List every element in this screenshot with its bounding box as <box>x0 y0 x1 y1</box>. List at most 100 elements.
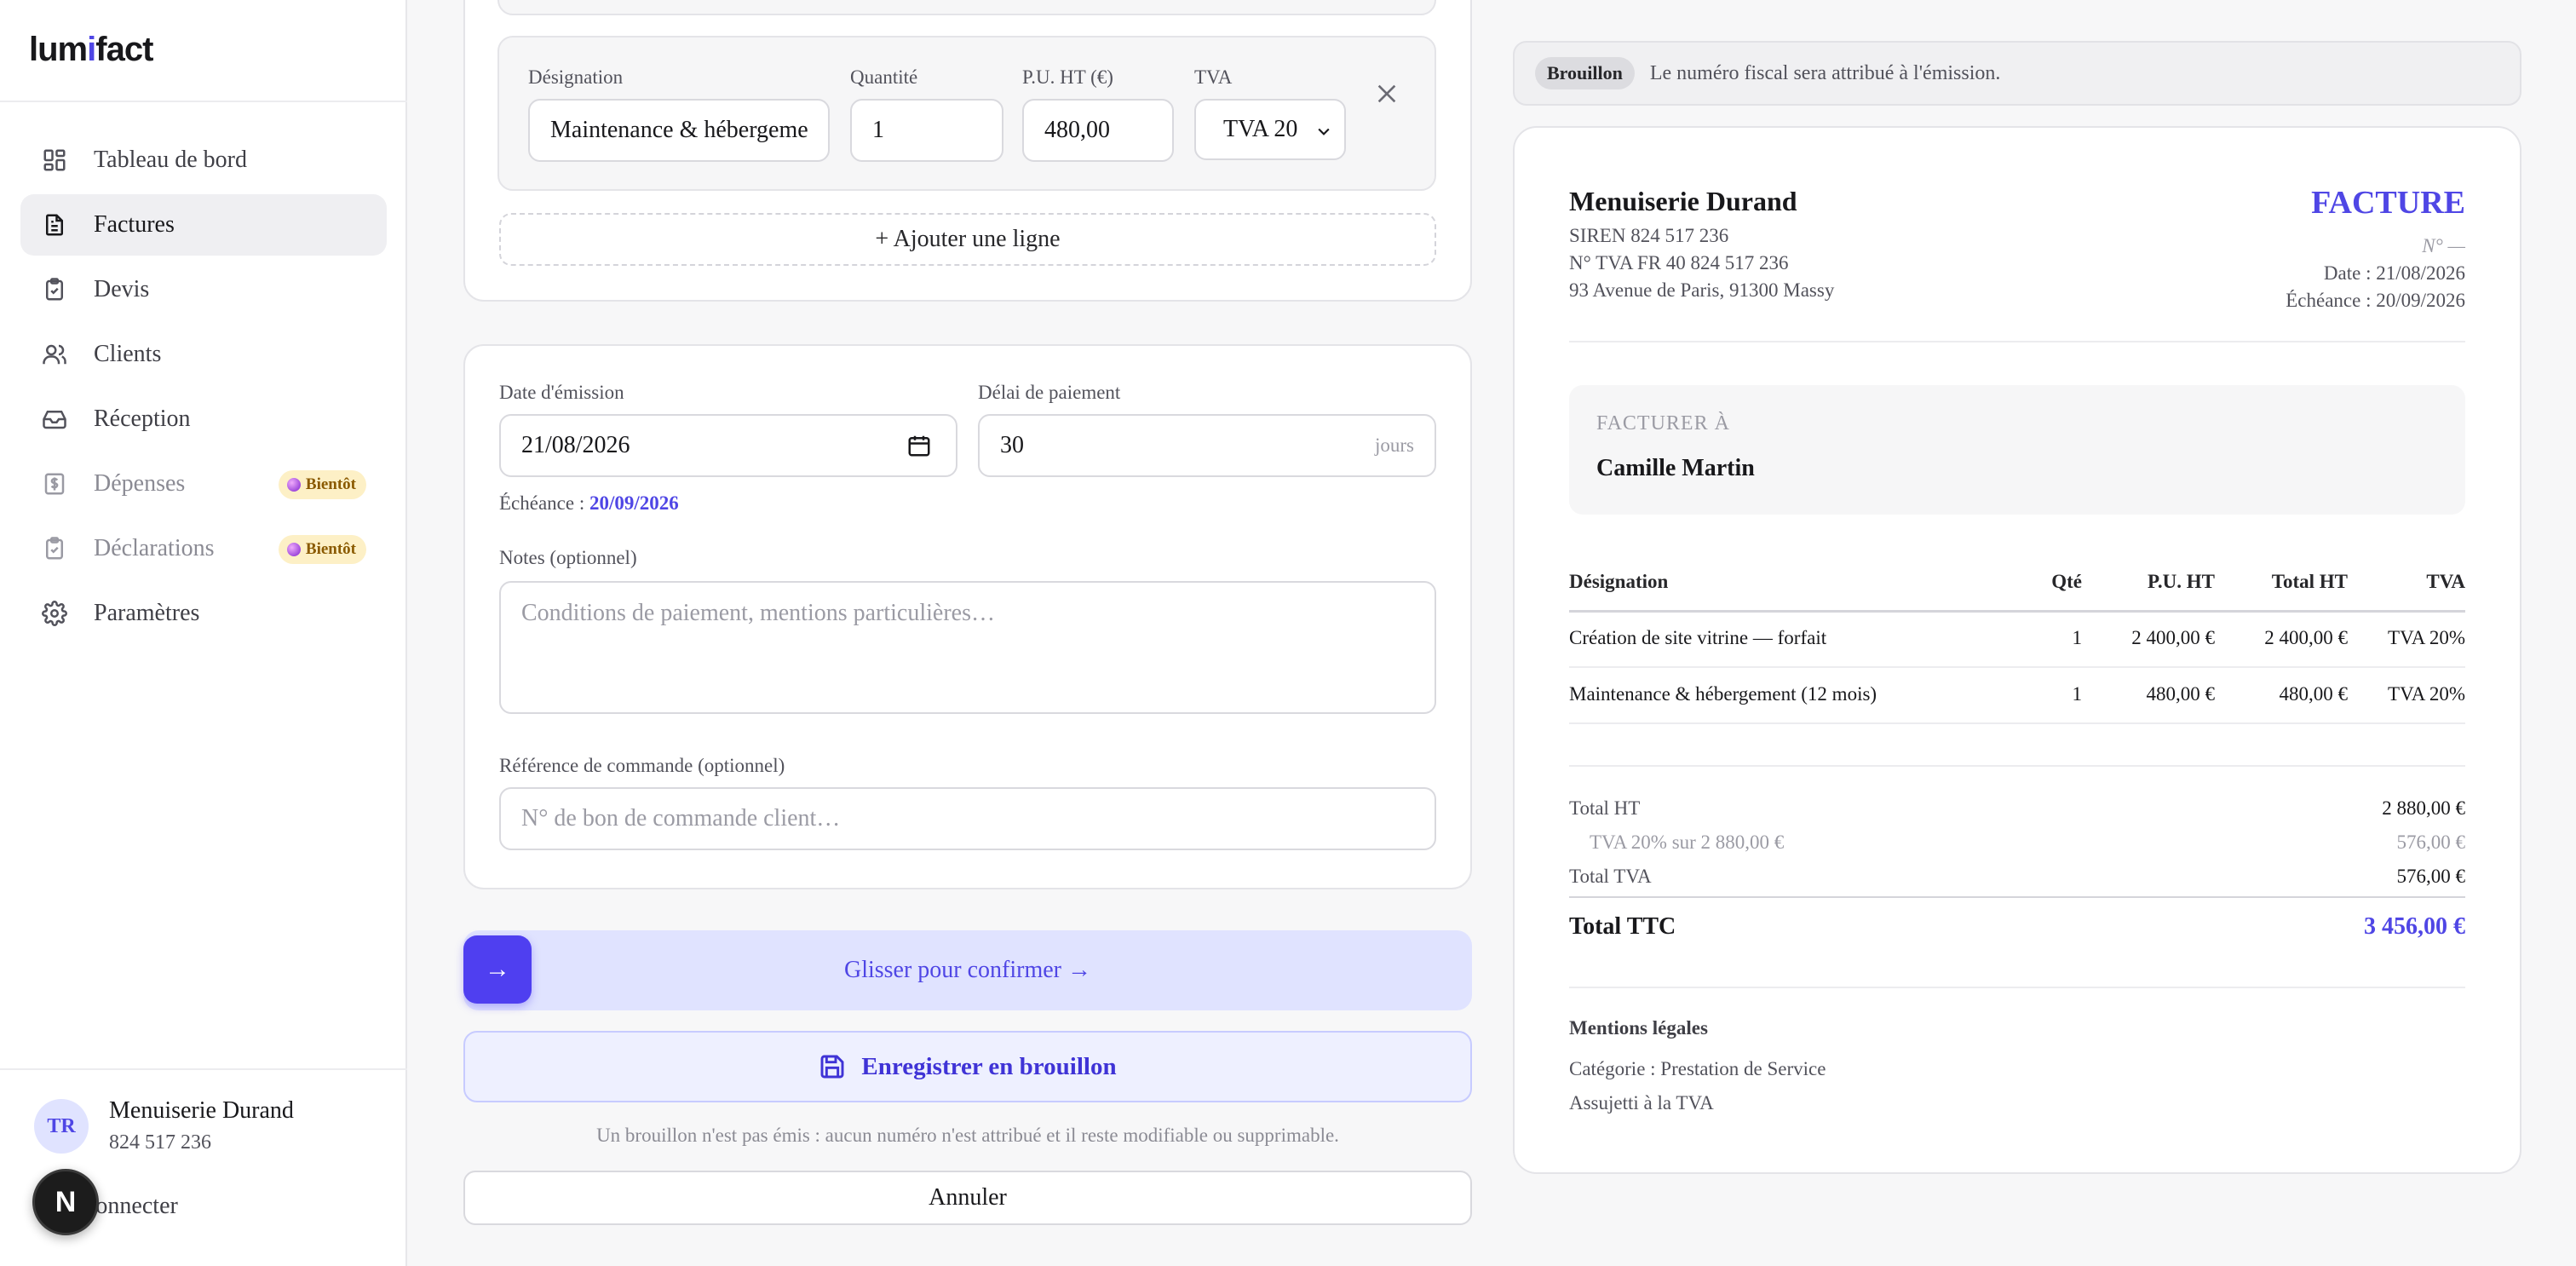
table-cell-unit-price: 2 400,00 € <box>2131 627 2215 648</box>
user-name: Menuiserie Durand <box>109 1097 294 1124</box>
sidebar-item-label: Dépenses <box>94 470 186 497</box>
table-cell-designation: Maintenance & hébergement (12 mois) <box>1569 683 1877 705</box>
total-ttc-label: Total TTC <box>1569 913 1676 940</box>
col-unit-price: P.U. HT <box>2147 571 2215 592</box>
col-vat: TVA <box>2426 571 2465 592</box>
save-draft-label: Enregistrer en brouillon <box>861 1052 1117 1080</box>
expense-icon <box>41 470 68 498</box>
sidebar-item-clients[interactable]: Clients <box>20 324 387 385</box>
due-date-text: Échéance : 20/09/2026 <box>499 492 679 515</box>
bill-to-box <box>1569 385 2465 515</box>
invoice-icon <box>41 211 68 239</box>
vat-select[interactable]: TVA 20 <box>1194 99 1346 160</box>
table-cell-vat: TVA 20% <box>2388 683 2465 705</box>
company-name: Menuiserie Durand <box>1569 186 1797 216</box>
draft-note: Un brouillon n'est pas émis : aucun numé… <box>596 1125 1339 1146</box>
company-siren: SIREN 824 517 236 <box>1569 225 1729 246</box>
days-suffix: jours <box>1375 434 1414 456</box>
logout-link[interactable]: connecter <box>85 1193 178 1220</box>
designation-input[interactable]: Maintenance & hébergeme <box>528 99 830 162</box>
save-draft-button[interactable]: Enregistrer en brouillon <box>463 1031 1472 1102</box>
payment-delay-input[interactable]: 30 <box>978 414 1436 477</box>
quantity-input[interactable]: 1 <box>850 99 1003 162</box>
sidebar-nav: Tableau de bord Factures Devis Clients R… <box>20 129 387 647</box>
cancel-button[interactable]: Annuler <box>463 1171 1472 1225</box>
table-cell-qty: 1 <box>2072 627 2083 648</box>
legal-vat-status: Assujetti à la TVA <box>1569 1092 1714 1114</box>
divider <box>1569 610 2465 613</box>
quantity-label: Quantité <box>850 66 918 88</box>
company-address: 93 Avenue de Paris, 91300 Massy <box>1569 279 1835 301</box>
due-date-value: 20/09/2026 <box>589 492 679 514</box>
add-line-button[interactable]: + Ajouter une ligne <box>499 213 1436 266</box>
chevron-down-icon <box>1318 128 1330 135</box>
divider <box>1569 765 2465 767</box>
order-ref-input[interactable]: N° de bon de commande client… <box>499 787 1436 850</box>
sidebar-item-declarations[interactable]: Déclarations Bientôt <box>20 518 387 579</box>
divider <box>1569 341 2465 342</box>
sidebar-item-label: Devis <box>94 276 150 302</box>
total-ht-label: Total HT <box>1569 797 1641 819</box>
inbox-icon <box>41 406 68 433</box>
document-date: Date : 21/08/2026 <box>2323 262 2465 284</box>
save-icon <box>820 1055 844 1079</box>
status-badge: Brouillon <box>1535 57 1635 89</box>
declaration-icon <box>41 535 68 562</box>
sidebar-item-dashboard[interactable]: Tableau de bord <box>20 129 387 191</box>
sidebar: lum i fact Tableau de bord Factures Devis … <box>0 0 407 1266</box>
sidebar-item-label: Paramètres <box>94 600 200 626</box>
dev-tools-badge[interactable]: N <box>32 1169 99 1235</box>
due-date-prefix: Échéance : <box>499 492 585 514</box>
sidebar-item-label: Réception <box>94 406 191 432</box>
total-ht-value: 2 880,00 € <box>2382 797 2465 819</box>
bill-to-name: Camille Martin <box>1596 455 1755 481</box>
company-vat-number: N° TVA FR 40 824 517 236 <box>1569 252 1789 273</box>
document-due-date: Échéance : 20/09/2026 <box>2286 290 2465 311</box>
document-title: FACTURE <box>2311 185 2465 221</box>
user-siren: 824 517 236 <box>109 1131 211 1154</box>
divider <box>0 101 407 102</box>
sidebar-item-reception[interactable]: Réception <box>20 388 387 450</box>
vat-detail-label: TVA 20% sur 2 880,00 € <box>1590 832 1785 853</box>
sidebar-item-settings[interactable]: Paramètres <box>20 583 387 644</box>
divider <box>1569 722 2465 724</box>
slide-label: Glisser pour confirmer → <box>843 957 1092 983</box>
coming-soon-badge: Bientôt <box>278 470 366 499</box>
issue-date-input[interactable]: 21/08/2026 <box>499 414 957 477</box>
slide-to-confirm[interactable]: Glisser pour confirmer → <box>463 930 1472 1010</box>
total-ttc-value: 3 456,00 € <box>2364 913 2465 940</box>
status-text: Le numéro fiscal sera attribué à l'émiss… <box>1649 61 2001 84</box>
divider <box>1569 666 2465 668</box>
remove-line-icon[interactable] <box>1373 80 1400 107</box>
coming-soon-badge: Bientôt <box>278 535 366 564</box>
table-cell-designation: Création de site vitrine — forfait <box>1569 627 1827 648</box>
sidebar-item-expenses[interactable]: Dépenses Bientôt <box>20 453 387 515</box>
table-cell-unit-price: 480,00 € <box>2146 683 2216 705</box>
vat-detail-value: 576,00 € <box>2396 832 2466 853</box>
calendar-icon[interactable] <box>906 433 932 458</box>
draft-status-banner: Brouillon Le numéro fiscal sera attribué… <box>1513 41 2521 106</box>
gear-icon <box>41 600 68 627</box>
sidebar-item-invoices[interactable]: Factures <box>20 194 387 256</box>
sidebar-item-label: Tableau de bord <box>94 147 247 173</box>
notes-textarea[interactable]: Conditions de paiement, mentions particu… <box>499 581 1436 714</box>
divider <box>1569 896 2465 898</box>
app-logo[interactable]: lum i fact <box>29 29 153 70</box>
sidebar-item-label: Clients <box>94 341 162 367</box>
total-vat-label: Total TVA <box>1569 866 1652 887</box>
sidebar-item-quotes[interactable]: Devis <box>20 259 387 320</box>
unit-price-input[interactable]: 480,00 <box>1022 99 1174 162</box>
avatar[interactable]: TR <box>34 1099 89 1154</box>
vat-label: TVA <box>1194 66 1233 88</box>
table-cell-qty: 1 <box>2072 683 2083 705</box>
slide-handle[interactable]: → <box>463 935 532 1004</box>
divider <box>0 1068 407 1070</box>
sidebar-item-label: Déclarations <box>94 535 215 561</box>
bill-to-label: FACTURER À <box>1596 412 1730 434</box>
document-number: N° — <box>2422 235 2465 256</box>
users-icon <box>41 341 68 368</box>
issue-date-label: Date d'émission <box>499 382 624 403</box>
orb-icon <box>286 543 301 556</box>
dashboard-icon <box>41 147 68 174</box>
order-ref-label: Référence de commande (optionnel) <box>499 755 785 776</box>
